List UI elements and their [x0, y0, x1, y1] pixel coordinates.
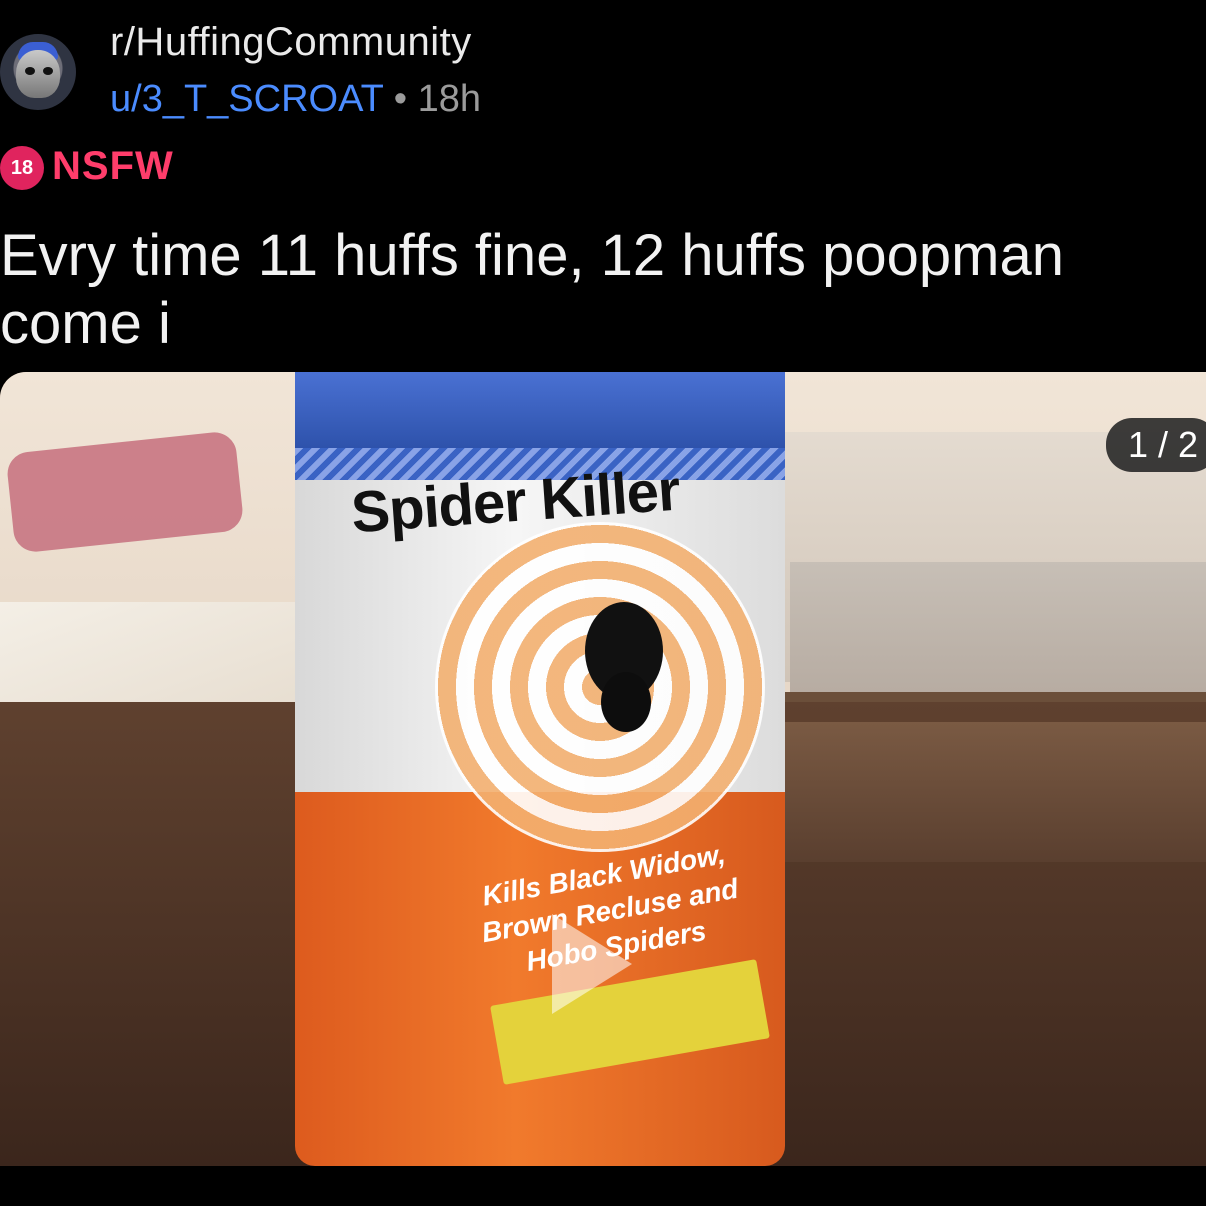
avatar-eye-left	[25, 67, 35, 75]
media-background-monitor	[790, 562, 1206, 692]
post-title[interactable]: Evry time 11 huffs fine, 12 huffs poopma…	[0, 222, 1200, 358]
spider-abdomen	[601, 672, 651, 732]
spray-can: Spider Killer Kills Black Widow, Brown R…	[295, 372, 785, 1166]
media-table-edge	[770, 722, 1206, 862]
avatar-face	[16, 50, 60, 98]
nsfw-badge-icon: 18	[0, 146, 44, 190]
meta-separator: •	[393, 78, 408, 120]
bottom-bar	[0, 1166, 1206, 1206]
play-icon[interactable]	[552, 914, 632, 1014]
post-media[interactable]: Spider Killer Kills Black Widow, Brown R…	[0, 372, 1206, 1166]
avatar-eye-right	[43, 67, 53, 75]
gallery-page-counter: 1 / 2	[1105, 418, 1206, 472]
post-meta: u/3_T_SCROAT • 18h	[110, 78, 481, 121]
author-link[interactable]: u/3_T_SCROAT	[110, 78, 383, 120]
avatar[interactable]	[0, 34, 76, 110]
nsfw-label: NSFW	[52, 144, 174, 188]
post-age: 18h	[417, 78, 481, 120]
can-top-band	[295, 372, 785, 458]
subreddit-name[interactable]: r/HuffingCommunity	[110, 20, 472, 65]
